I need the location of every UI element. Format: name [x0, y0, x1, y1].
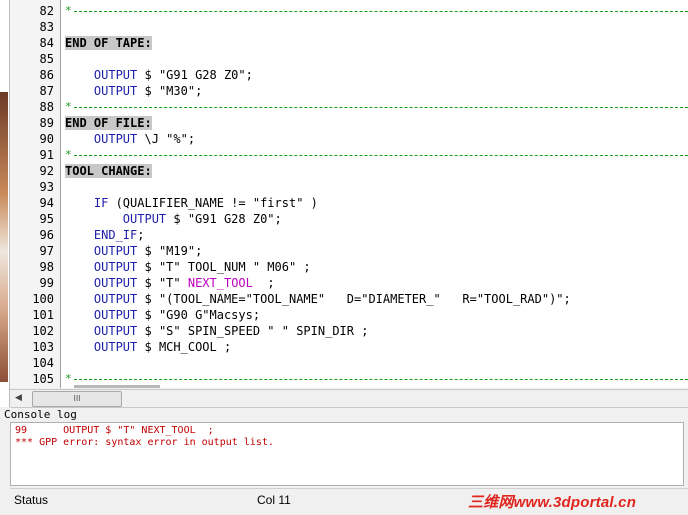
code-line[interactable]: TOOL CHANGE: [65, 163, 152, 179]
code-line[interactable]: OUTPUT \J "%"; [65, 131, 195, 147]
line-number: 82 [39, 4, 54, 18]
section-label: END OF TAPE: [65, 36, 152, 50]
code-line[interactable]: OUTPUT $ "M19"; [65, 243, 202, 259]
keyword: OUTPUT [93, 292, 138, 306]
keyword: OUTPUT [93, 244, 138, 258]
line-number: 86 [39, 68, 54, 82]
line-number: 84 [39, 36, 54, 50]
keyword: OUTPUT [93, 276, 138, 290]
background-window-image [0, 92, 8, 382]
line-number: 101 [32, 308, 54, 322]
section-label: TOOL CHANGE: [65, 164, 152, 178]
keyword: OUTPUT [93, 84, 138, 98]
comment-divider-line [74, 155, 688, 156]
code-line[interactable]: OUTPUT $ "S" SPIN_SPEED " " SPIN_DIR ; [65, 323, 369, 339]
console-log-header: Console log [0, 408, 688, 422]
line-number-gutter: 82 83 84 85 86 87 88 89 90 91 92 93 94 95 96 97 98 99 100 1… [10, 0, 61, 388]
line-number: 99 [39, 276, 54, 290]
left-window-edge [0, 0, 10, 407]
code-line[interactable]: END OF TAPE: [65, 35, 152, 51]
code-line[interactable]: OUTPUT $ "T" TOOL_NUM " M06" ; [65, 259, 311, 275]
line-number: 91 [39, 148, 54, 162]
keyword: OUTPUT [93, 68, 138, 82]
code-line[interactable]: OUTPUT $ "(TOOL_NAME="TOOL_NAME" D="DIAM… [65, 291, 571, 307]
status-label: Status [14, 493, 49, 507]
line-number: 94 [39, 196, 54, 210]
column-indicator: Col 11 [257, 493, 291, 507]
code-text: $ "M19"; [137, 244, 203, 258]
keyword: END_IF [93, 228, 138, 242]
line-number: 92 [39, 164, 54, 178]
scroll-indicator-bar [74, 385, 160, 388]
console-title: Console log [4, 408, 77, 421]
line-number: 87 [39, 84, 54, 98]
scrollbar-thumb[interactable]: III [32, 391, 122, 407]
code-text: \J "%"; [137, 132, 196, 146]
code-text: $ "G91 G28 Z0"; [166, 212, 282, 226]
code-line[interactable]: IF (QUALIFIER_NAME != "first" ) [65, 195, 318, 211]
console-line: *** GPP error: syntax error in output li… [15, 437, 274, 448]
code-text: ; [252, 276, 275, 290]
comment-divider-marker: * [65, 4, 72, 17]
keyword: OUTPUT [93, 260, 138, 274]
horizontal-scrollbar[interactable]: ◀ III [10, 389, 688, 408]
code-text: (QUALIFIER_NAME != "first" ) [108, 196, 318, 210]
code-text: $ "(TOOL_NAME="TOOL_NAME" D="DIAMETER_" … [137, 292, 571, 306]
code-text: $ "T" [137, 276, 188, 290]
comment-divider-marker: * [65, 100, 72, 113]
code-line[interactable]: OUTPUT $ "T" NEXT_TOOL ; [65, 275, 275, 291]
code-text: $ "M30"; [137, 84, 203, 98]
code-text: $ MCH_COOL ; [137, 340, 232, 354]
line-number: 97 [39, 244, 54, 258]
keyword: OUTPUT [122, 212, 167, 226]
code-text: $ "S" SPIN_SPEED " " SPIN_DIR ; [137, 324, 369, 338]
line-number: 105 [32, 372, 54, 386]
code-line[interactable]: OUTPUT $ "M30"; [65, 83, 202, 99]
line-number: 89 [39, 116, 54, 130]
line-number: 83 [39, 20, 54, 34]
line-number: 95 [39, 212, 54, 226]
console-log-panel[interactable]: 99 OUTPUT $ "T" NEXT_TOOL ; *** GPP erro… [10, 422, 684, 486]
code-line[interactable]: END_IF; [65, 227, 145, 243]
comment-divider-marker: * [65, 372, 72, 385]
line-number: 88 [39, 100, 54, 114]
code-text: ; [137, 228, 145, 242]
line-number: 98 [39, 260, 54, 274]
line-number: 104 [32, 356, 54, 370]
code-line[interactable]: OUTPUT $ "G91 G28 Z0"; [65, 211, 282, 227]
line-number: 90 [39, 132, 54, 146]
code-line[interactable]: END OF FILE: [65, 115, 152, 131]
code-line[interactable]: OUTPUT $ "G90 G"Macsys; [65, 307, 260, 323]
comment-divider-line [74, 107, 688, 108]
scroll-left-arrow-icon[interactable]: ◀ [12, 392, 25, 405]
code-line[interactable]: OUTPUT $ "G91 G28 Z0"; [65, 67, 253, 83]
line-number: 85 [39, 52, 54, 66]
code-editor[interactable]: 82 83 84 85 86 87 88 89 90 91 92 93 94 95 96 97 98 99 100 1… [10, 0, 688, 388]
line-number: 93 [39, 180, 54, 194]
line-number: 100 [32, 292, 54, 306]
comment-divider-marker: * [65, 148, 72, 161]
line-number: 103 [32, 340, 54, 354]
comment-divider-line [74, 11, 688, 12]
code-text: $ "G90 G"Macsys; [137, 308, 261, 322]
keyword: OUTPUT [93, 132, 138, 146]
watermark: 三维网www.3dportal.cn [468, 494, 637, 511]
line-number: 102 [32, 324, 54, 338]
keyword: OUTPUT [93, 308, 138, 322]
section-label: END OF FILE: [65, 116, 152, 130]
console-line: 99 OUTPUT $ "T" NEXT_TOOL ; [15, 425, 214, 436]
code-text: $ "T" TOOL_NUM " M06" ; [137, 260, 311, 274]
line-number: 96 [39, 228, 54, 242]
code-line[interactable]: OUTPUT $ MCH_COOL ; [65, 339, 231, 355]
keyword: IF [93, 196, 109, 210]
highlighted-identifier: NEXT_TOOL [187, 276, 253, 290]
code-text: $ "G91 G28 Z0"; [137, 68, 253, 82]
keyword: OUTPUT [93, 324, 138, 338]
comment-divider-line [74, 379, 688, 380]
keyword: OUTPUT [93, 340, 138, 354]
